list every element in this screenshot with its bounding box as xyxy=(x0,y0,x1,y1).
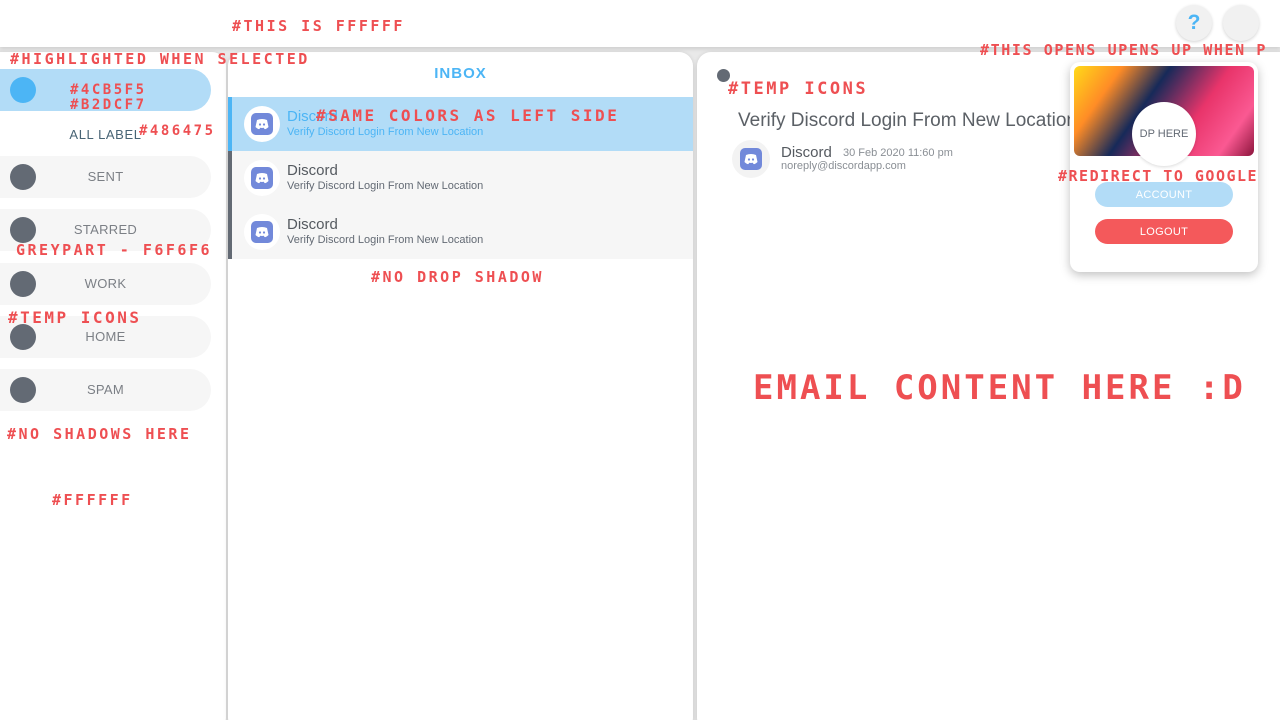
mail-row[interactable]: Discord Verify Discord Login From New Lo… xyxy=(228,151,693,205)
sidebar-item-work[interactable]: WORK xyxy=(0,263,211,305)
reader-subject: Verify Discord Login From New Location xyxy=(738,110,1077,131)
mail-row[interactable]: Discord Verify Discord Login From New Lo… xyxy=(228,205,693,259)
mail-avatar xyxy=(244,106,280,142)
mail-avatar xyxy=(244,214,280,250)
annotation: #REDIRECT TO GOOGLE xyxy=(1058,167,1259,185)
annotation: #NO SHADOWS HERE xyxy=(7,425,192,443)
sidebar-item-sent[interactable]: SENT xyxy=(0,156,211,198)
discord-icon xyxy=(251,113,273,135)
annotation: #HIGHLIGHTED WHEN SELECTED xyxy=(10,50,310,68)
annotation: #THIS IS FFFFFF xyxy=(232,17,405,35)
discord-icon xyxy=(251,167,273,189)
mail-avatar xyxy=(244,160,280,196)
account-button[interactable]: ACCOUNT xyxy=(1095,182,1233,207)
annotation: #NO DROP SHADOW xyxy=(371,268,544,286)
annotation: GREYPART - F6F6F6 xyxy=(16,241,213,259)
mail-subject: Verify Discord Login From New Location xyxy=(287,126,484,138)
sidebar-item-label: WORK xyxy=(84,276,127,291)
email-content-placeholder: EMAIL CONTENT HERE :D xyxy=(753,368,1246,408)
annotation: #4CB5F5 xyxy=(70,82,147,98)
reader-sender-email: noreply@discordapp.com xyxy=(781,160,906,172)
sender-avatar xyxy=(732,140,770,178)
discord-icon xyxy=(740,148,762,170)
logout-button[interactable]: LOGOUT xyxy=(1095,219,1233,244)
reader-sender: Discord xyxy=(781,144,832,161)
annotation: #TEMP ICONS xyxy=(8,308,142,327)
annotation: #B2DCF7 xyxy=(70,97,147,113)
mail-subject: Verify Discord Login From New Location xyxy=(287,180,484,192)
sidebar-item-spam[interactable]: SPAM xyxy=(0,369,211,411)
sidebar-item-label: SPAM xyxy=(86,382,125,397)
mail-subject: Verify Discord Login From New Location xyxy=(287,234,484,246)
help-icon: ? xyxy=(1187,11,1201,34)
annotation: #SAME COLORS AS LEFT SIDE xyxy=(316,106,620,125)
sidebar-item-label: SENT xyxy=(87,169,124,184)
help-button[interactable]: ? xyxy=(1176,5,1212,41)
annotation: #THIS OPENS UPENS UP WHEN P xyxy=(980,41,1268,59)
mail-sender: Discord xyxy=(287,216,338,233)
sidebar-item-label: STARRED xyxy=(73,222,138,237)
discord-icon xyxy=(251,221,273,243)
reader-date: 30 Feb 2020 11:60 pm xyxy=(843,147,953,159)
circle-icon xyxy=(10,77,36,103)
sidebar-item-label: HOME xyxy=(85,329,126,344)
top-bar xyxy=(0,0,1280,47)
profile-button[interactable] xyxy=(1223,5,1259,41)
annotation: #TEMP ICONS xyxy=(728,79,869,99)
annotation: #486475 xyxy=(139,123,216,139)
mail-sender: Discord xyxy=(287,162,338,179)
profile-picture[interactable]: DP HERE xyxy=(1132,102,1196,166)
annotation: #FFFFFF xyxy=(52,491,133,509)
